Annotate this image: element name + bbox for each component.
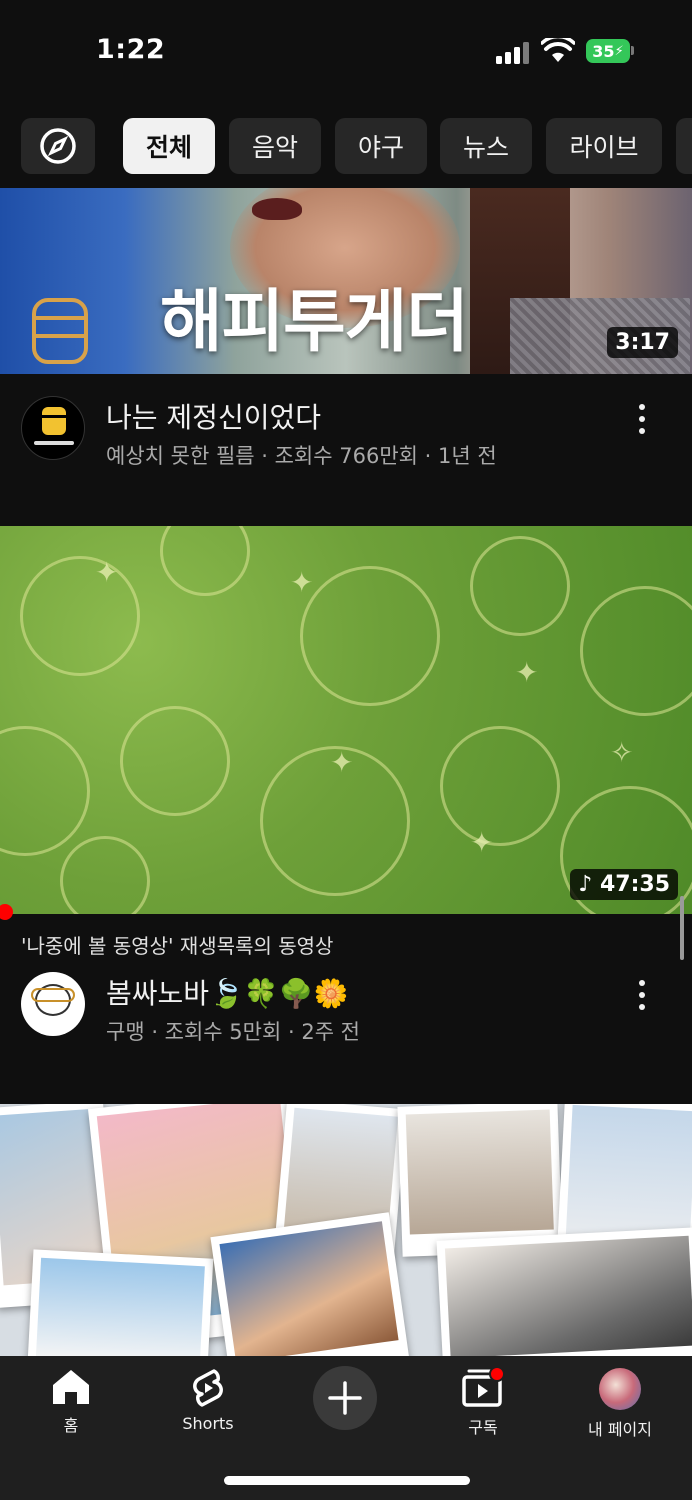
nav-you-label: 내 페이지 <box>588 1420 652 1439</box>
home-icon <box>53 1370 89 1404</box>
video-meta: 봄싸노바🍃🍀🌳🌼 구맹 · 조회수 5만회 · 2주 전 <box>0 972 692 1062</box>
playlist-note: '나중에 볼 동영상' 재생목록의 동영상 <box>21 934 334 958</box>
wifi-icon <box>541 38 575 62</box>
avatar-cup-icon <box>42 407 66 435</box>
avatar-caption-line <box>34 441 74 445</box>
category-chips: 전체 음악 야구 뉴스 라이브 <box>0 118 692 174</box>
nav-shorts-label: Shorts <box>182 1414 234 1433</box>
thumbnail-mouth <box>252 198 302 220</box>
video-meta: 나는 제정신이었다 예상치 못한 필름 · 조회수 766만회 · 1년 전 <box>0 396 692 486</box>
chip-news[interactable]: 뉴스 <box>440 118 532 174</box>
chip-music[interactable]: 음악 <box>229 118 321 174</box>
chip-all[interactable]: 전체 <box>123 118 215 174</box>
battery-level: 35 <box>592 41 615 61</box>
avatar-cup-band <box>42 415 66 418</box>
create-button[interactable] <box>313 1366 377 1430</box>
nav-subscriptions-label: 구독 <box>468 1418 498 1437</box>
video-title[interactable]: 봄싸노바🍃🍀🌳🌼 <box>106 972 349 1012</box>
video-subtitle: 구맹 · 조회수 5만회 · 2주 전 <box>106 1020 361 1044</box>
video-thumbnail[interactable]: 해피투게더 3:17 <box>0 188 692 374</box>
video-duration: ♪ 47:35 <box>570 869 678 900</box>
cellular-signal-icon <box>496 42 532 64</box>
explore-button[interactable] <box>21 118 95 174</box>
video-duration: 3:17 <box>607 327 678 358</box>
nav-subscriptions[interactable]: 구독 <box>428 1368 538 1448</box>
music-note-icon: ♪ <box>578 872 600 897</box>
avatar-character-ears <box>31 988 75 1002</box>
nav-shorts[interactable]: Shorts <box>153 1368 263 1448</box>
plus-icon <box>328 1381 362 1415</box>
nav-you[interactable]: 내 페이지 <box>565 1368 675 1448</box>
nav-home[interactable]: 홈 <box>16 1368 126 1448</box>
status-time: 1:22 <box>96 34 166 65</box>
battery-tip <box>631 46 634 55</box>
battery-icon: 35 ⚡ <box>586 39 630 63</box>
video-duration-text: 47:35 <box>599 872 670 897</box>
channel-avatar[interactable] <box>21 396 85 460</box>
chip-baseball[interactable]: 야구 <box>335 118 427 174</box>
watch-progress-indicator <box>0 904 13 920</box>
scrollbar[interactable] <box>680 896 684 960</box>
thumbnail-title-text: 해피투게더 <box>160 283 469 362</box>
channel-avatar[interactable] <box>21 972 85 1036</box>
video-thumbnail[interactable] <box>0 1104 692 1360</box>
video-title[interactable]: 나는 제정신이었다 <box>106 396 321 436</box>
chip-live[interactable]: 라이브 <box>546 118 662 174</box>
more-options-icon[interactable] <box>632 980 652 1016</box>
compass-icon <box>40 128 76 164</box>
video-thumbnail[interactable]: ✦ ✦ ✦ ✦ ✦ ✧ ♪ 47:35 <box>0 526 692 914</box>
more-options-icon[interactable] <box>632 404 652 440</box>
chip-more[interactable] <box>676 118 692 174</box>
subscriptions-icon <box>462 1368 505 1407</box>
nav-home-label: 홈 <box>63 1416 79 1435</box>
shorts-icon <box>193 1369 223 1407</box>
channel-logo-watermark <box>32 298 88 364</box>
video-subtitle: 예상치 못한 필름 · 조회수 766만회 · 1년 전 <box>106 444 497 468</box>
profile-avatar <box>599 1368 641 1410</box>
home-indicator <box>224 1476 470 1485</box>
status-bar: 1:22 35 ⚡ <box>0 0 692 100</box>
